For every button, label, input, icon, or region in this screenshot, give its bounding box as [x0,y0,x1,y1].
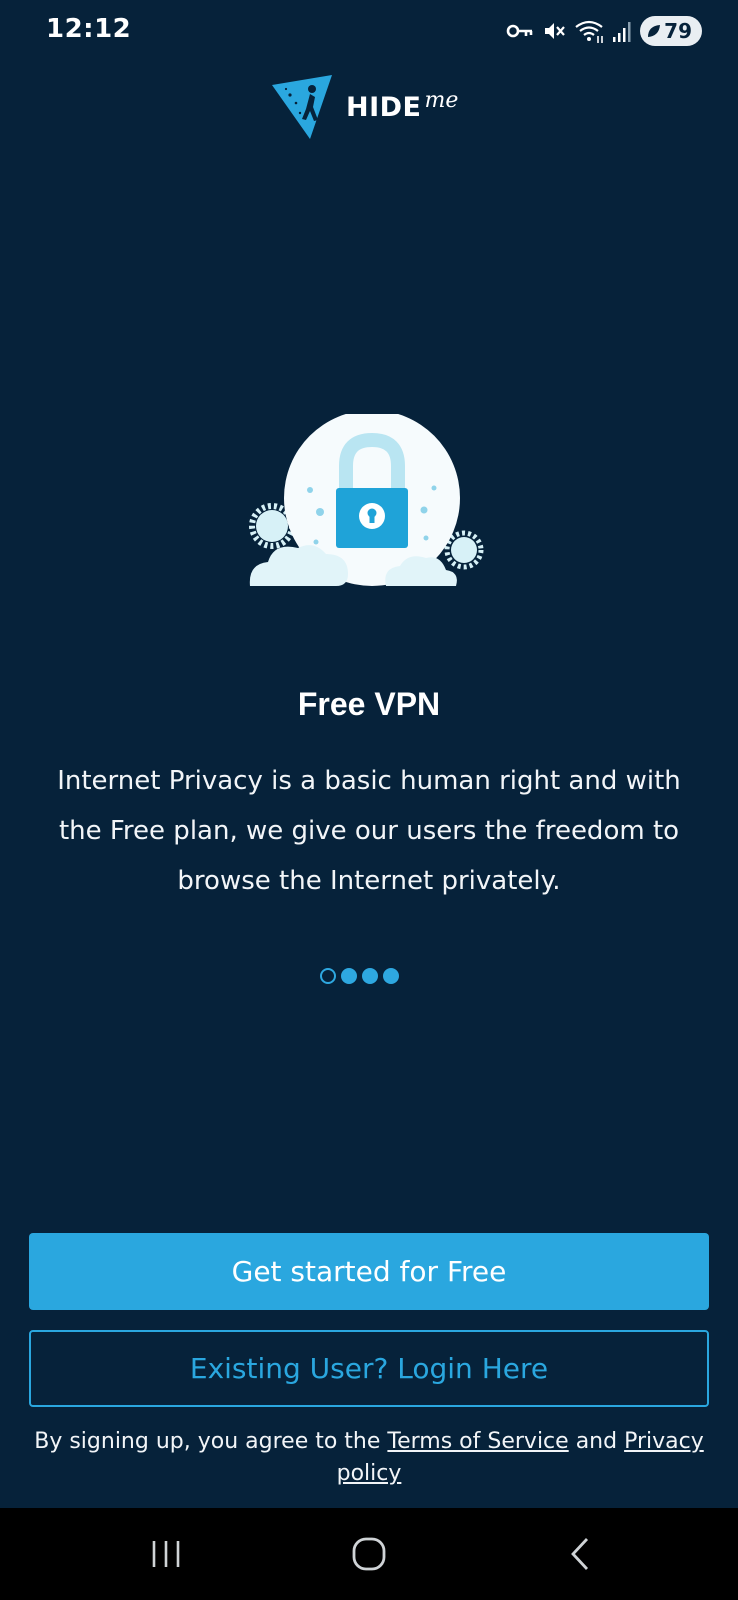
padlock-cloud-illustration [249,414,484,586]
battery-indicator: 79 [640,16,702,46]
system-nav-bar [0,1508,738,1600]
page-dot-2[interactable] [341,968,357,984]
back-button[interactable] [550,1526,610,1582]
recent-apps-icon [152,1541,180,1567]
legal-notice: By signing up, you agree to the Terms of… [34,1426,704,1490]
page-dot-3[interactable] [362,968,378,984]
mute-icon [542,19,566,43]
signal-icon [612,19,632,43]
page-dot-1[interactable] [320,968,336,984]
recent-apps-button[interactable] [136,1526,196,1582]
hideme-logo: HIDE me [272,72,458,142]
legal-conjunction: and [568,1429,625,1454]
onboarding-description: Internet Privacy is a basic human right … [57,766,681,896]
home-icon [352,1537,386,1571]
back-icon [571,1538,589,1570]
onboarding-screen: 12:12 79 HIDE me Free VPN Internet Priva… [0,0,738,1600]
logo-brand-main: HIDE [346,91,422,123]
status-time: 12:12 [46,14,132,44]
page-indicator [320,968,399,984]
battery-level: 79 [664,19,692,43]
terms-of-service-link[interactable]: Terms of Service [387,1429,568,1454]
onboarding-title: Free VPN [297,686,441,722]
legal-prefix: By signing up, you agree to the [34,1429,388,1454]
page-dot-4[interactable] [383,968,399,984]
status-bar: 12:12 79 [0,0,738,64]
vpn-key-icon [506,21,534,41]
battery-saver-icon [648,25,661,37]
status-icons: 79 [506,14,702,48]
get-started-button[interactable]: Get started for Free [29,1233,709,1310]
home-button[interactable] [339,1526,399,1582]
wifi-icon [574,18,604,44]
login-button[interactable]: Existing User? Login Here [29,1330,709,1407]
cog-icon-right [444,530,484,570]
logo-brand-suffix: me [424,87,459,113]
hideme-logo-icon [272,75,332,139]
